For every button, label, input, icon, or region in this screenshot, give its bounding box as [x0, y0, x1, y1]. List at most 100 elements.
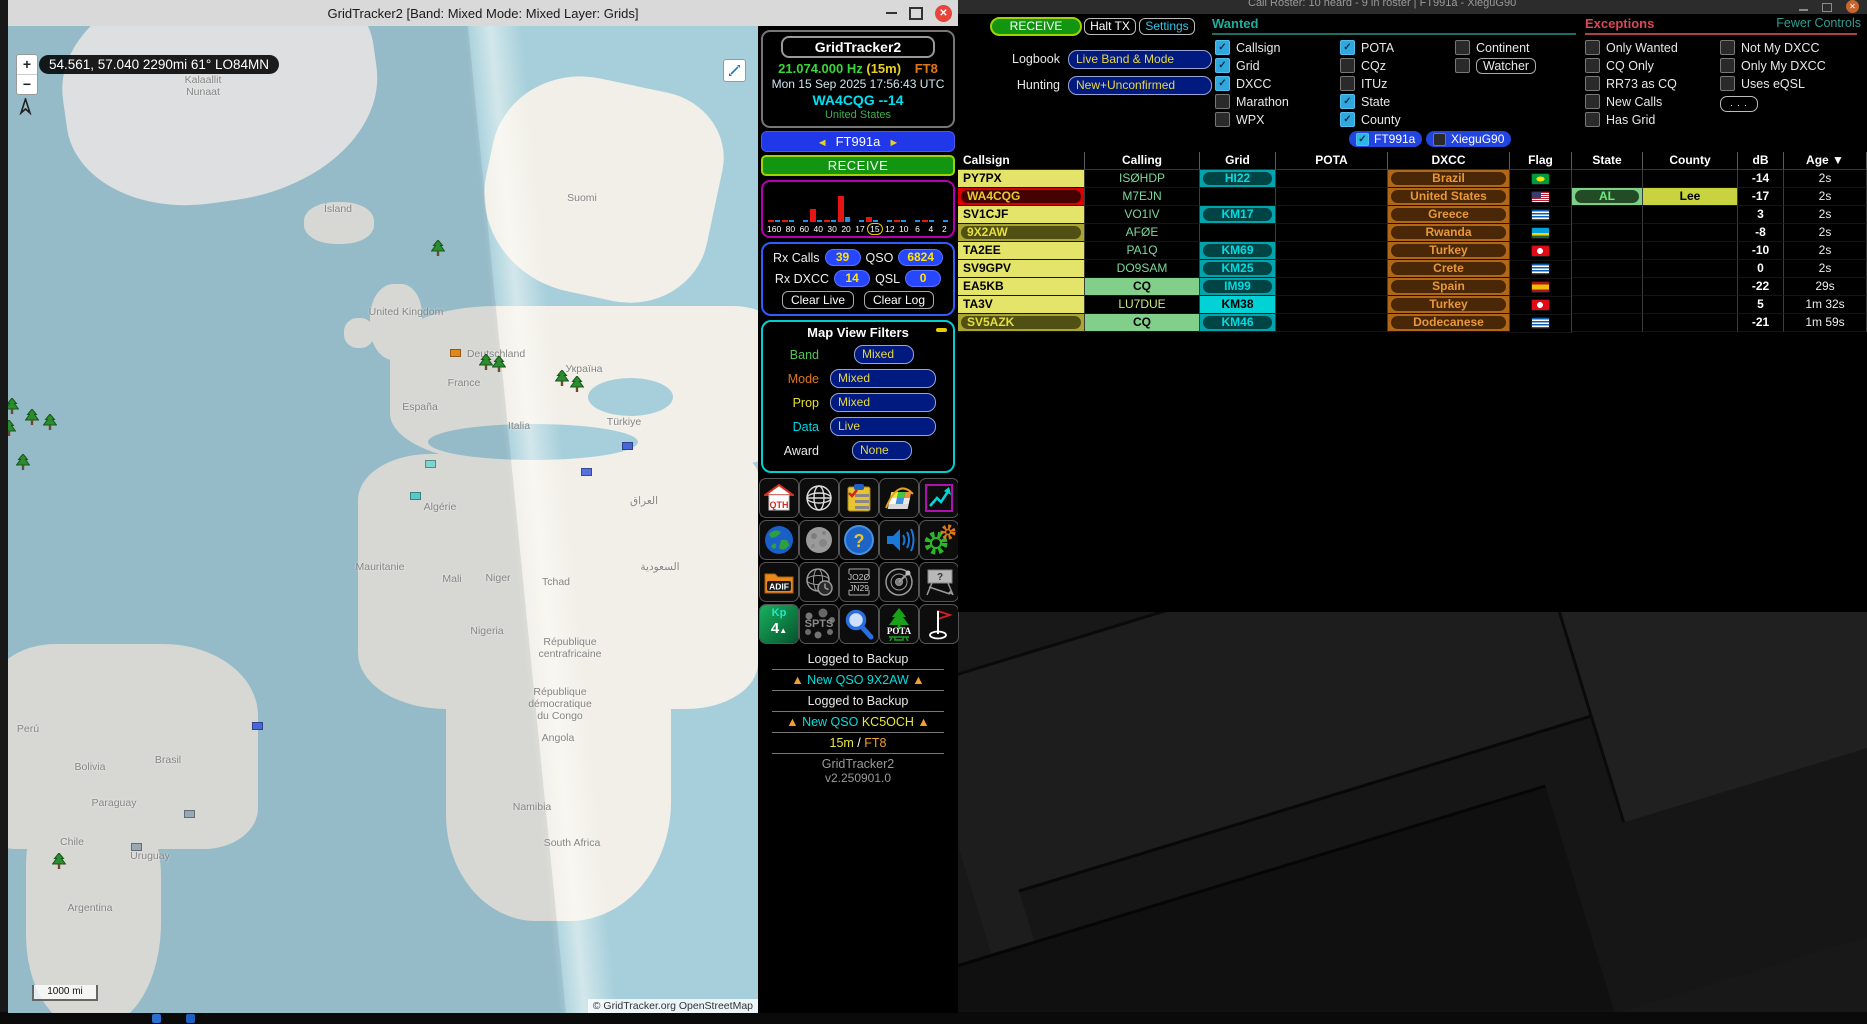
map[interactable]: Kalaallit NunaatÍslandSuomiUnited Kingdo…	[8, 26, 758, 1013]
tree-marker[interactable]	[479, 354, 493, 376]
band-label[interactable]: 20	[841, 224, 850, 234]
grid-square-marker[interactable]	[425, 460, 436, 468]
wanted-callsign[interactable]: ✓Callsign	[1215, 41, 1289, 54]
table-row[interactable]: SV1CJFVO1IVKM17Greece32s	[958, 206, 1867, 224]
band-activity-chart[interactable]: 160806040302017151210642	[761, 180, 955, 238]
checkbox[interactable]	[1585, 112, 1600, 127]
earth-icon[interactable]	[759, 520, 799, 560]
roster-titlebar[interactable]: Call Roster: 10 heard - 9 in roster | FT…	[958, 0, 1867, 14]
exception-rr73-as-cq[interactable]: RR73 as CQ	[1585, 77, 1678, 90]
globe-grid-icon[interactable]	[799, 478, 839, 518]
checkbox[interactable]: ✓	[1215, 40, 1230, 55]
taskbar[interactable]	[0, 1012, 1867, 1024]
map-attribution[interactable]: © GridTracker.org OpenStreetMap	[588, 999, 758, 1013]
rig-prev-icon[interactable]: ◄	[817, 137, 828, 149]
more-exceptions-button[interactable]: . . .	[1720, 96, 1758, 112]
band-label[interactable]: 10	[899, 224, 908, 234]
band-label[interactable]: 2	[940, 224, 949, 234]
checkbox[interactable]: ✓	[1215, 76, 1230, 91]
checkbox[interactable]	[1215, 94, 1230, 109]
rig-toggle-ft991a[interactable]: ✓FT991a	[1349, 131, 1422, 147]
wanted-ituz[interactable]: ITUz	[1340, 77, 1401, 90]
column-header-flag[interactable]: Flag	[1510, 152, 1572, 170]
gridmap-icon[interactable]	[879, 478, 919, 518]
column-header-state[interactable]: State	[1572, 152, 1643, 170]
wanted-marathon[interactable]: Marathon	[1215, 95, 1289, 108]
world-clock-icon[interactable]	[799, 562, 839, 602]
filter-dropdown-award[interactable]: None	[852, 441, 912, 460]
clear-live-button[interactable]: Clear Live	[782, 291, 854, 309]
tree-marker[interactable]	[8, 420, 16, 442]
grid-square-marker[interactable]	[410, 492, 421, 500]
exception-new-calls[interactable]: New Calls	[1585, 95, 1678, 108]
checkbox[interactable]	[1720, 76, 1735, 91]
hunting-dropdown[interactable]: New+Unconfirmed	[1068, 76, 1212, 95]
query-board-icon[interactable]: ?	[919, 562, 959, 602]
filter-dropdown-data[interactable]: Live	[830, 417, 936, 436]
main-window-titlebar[interactable]: GridTracker2 [Band: Mixed Mode: Mixed La…	[8, 0, 958, 26]
checkbox[interactable]	[1340, 76, 1355, 91]
taskbar-app-icon[interactable]	[152, 1014, 161, 1023]
table-row[interactable]: SV5AZKCQKM46Dodecanese-211m 59s	[958, 314, 1867, 332]
kp-index-icon[interactable]: Kp4▲	[759, 604, 799, 644]
wanted-wpx[interactable]: WPX	[1215, 113, 1289, 126]
pota-icon[interactable]: POTA	[879, 604, 919, 644]
column-header-db[interactable]: dB	[1738, 152, 1784, 170]
filter-dropdown-mode[interactable]: Mixed	[830, 369, 936, 388]
band-label[interactable]: 30	[827, 224, 836, 234]
maximize-icon[interactable]	[1822, 3, 1832, 12]
wanted-state[interactable]: ✓State	[1340, 95, 1401, 108]
checkbox[interactable]: ✓	[1215, 58, 1230, 73]
minimize-icon[interactable]	[1799, 9, 1808, 11]
close-icon[interactable]: ✕	[935, 5, 952, 22]
checkbox[interactable]	[1585, 94, 1600, 109]
band-label[interactable]: 40	[813, 224, 822, 234]
logbook-dropdown[interactable]: Live Band & Mode	[1068, 50, 1212, 69]
checkbox[interactable]	[1340, 58, 1355, 73]
checkbox[interactable]	[1455, 58, 1470, 73]
grid-square-marker[interactable]	[622, 442, 633, 450]
band-label[interactable]: 80	[786, 224, 795, 234]
checkbox[interactable]	[1585, 76, 1600, 91]
band-label[interactable]: 60	[800, 224, 809, 234]
taskbar-app-icon[interactable]	[186, 1014, 195, 1023]
band-label[interactable]: 4	[926, 224, 935, 234]
filter-dropdown-prop[interactable]: Mixed	[830, 393, 936, 412]
collapse-icon[interactable]	[936, 328, 947, 332]
grid-square-marker[interactable]	[252, 722, 263, 730]
table-row[interactable]: TA2EEPA1QKM69Turkey-102s	[958, 242, 1867, 260]
halt-tx-button[interactable]: Halt TX	[1084, 18, 1136, 35]
close-icon[interactable]: ✕	[1846, 0, 1859, 13]
table-row[interactable]: SV9GPVDO9SAMKM25Crete02s	[958, 260, 1867, 278]
minimize-icon[interactable]	[886, 12, 897, 14]
filter-dropdown-band[interactable]: Mixed	[854, 345, 914, 364]
logbook-icon[interactable]	[839, 478, 879, 518]
checkbox[interactable]	[1455, 40, 1470, 55]
grid-square-marker[interactable]	[581, 468, 592, 476]
wanted-county[interactable]: ✓County	[1340, 113, 1401, 126]
stats-icon[interactable]	[919, 478, 959, 518]
grid-labels-icon[interactable]: JO2ØJN29	[839, 562, 879, 602]
wanted-watcher[interactable]: Watcher	[1455, 59, 1536, 72]
spots-icon[interactable]: SPTS	[799, 604, 839, 644]
exception-only-my-dxcc[interactable]: Only My DXCC	[1720, 59, 1826, 72]
tree-marker[interactable]	[52, 853, 66, 875]
qth-icon[interactable]: QTH	[759, 478, 799, 518]
table-row[interactable]: WA4CQGM7EJNUnited StatesALLee-172s	[958, 188, 1867, 206]
checkbox[interactable]: ✓	[1340, 112, 1355, 127]
band-label[interactable]: 12	[885, 224, 894, 234]
clear-log-button[interactable]: Clear Log	[864, 291, 934, 309]
band-label[interactable]: 17	[855, 224, 864, 234]
tree-marker[interactable]	[25, 409, 39, 431]
checkbox[interactable]: ✓	[1356, 133, 1369, 146]
checkbox[interactable]	[1215, 112, 1230, 127]
column-header-callsign[interactable]: Callsign	[958, 152, 1085, 170]
column-header-dxcc[interactable]: DXCC	[1388, 152, 1510, 170]
maximize-icon[interactable]	[909, 7, 923, 20]
exception-cq-only[interactable]: CQ Only	[1585, 59, 1678, 72]
grid-square-marker[interactable]	[450, 349, 461, 357]
tree-marker[interactable]	[431, 240, 445, 262]
checkbox[interactable]	[1720, 58, 1735, 73]
wanted-continent[interactable]: Continent	[1455, 41, 1536, 54]
table-row[interactable]: TA3VLU7DUEKM38Turkey51m 32s	[958, 296, 1867, 314]
